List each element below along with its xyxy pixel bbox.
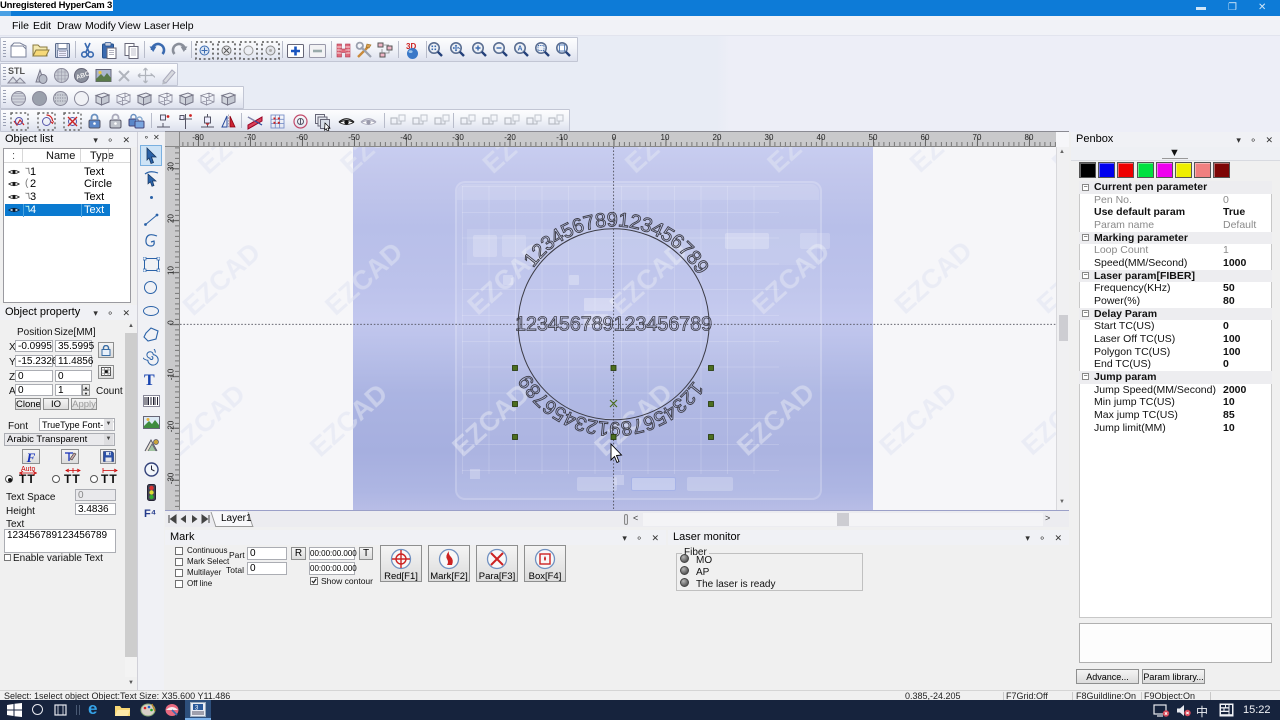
svg-text:STL: STL bbox=[8, 66, 26, 76]
svg-text:123456789123456789: 123456789123456789 bbox=[515, 313, 712, 335]
svg-text:A: A bbox=[518, 46, 523, 53]
svg-text:8: 8 bbox=[620, 416, 634, 439]
svg-text:9: 9 bbox=[607, 209, 618, 231]
svg-text:8: 8 bbox=[594, 209, 608, 232]
